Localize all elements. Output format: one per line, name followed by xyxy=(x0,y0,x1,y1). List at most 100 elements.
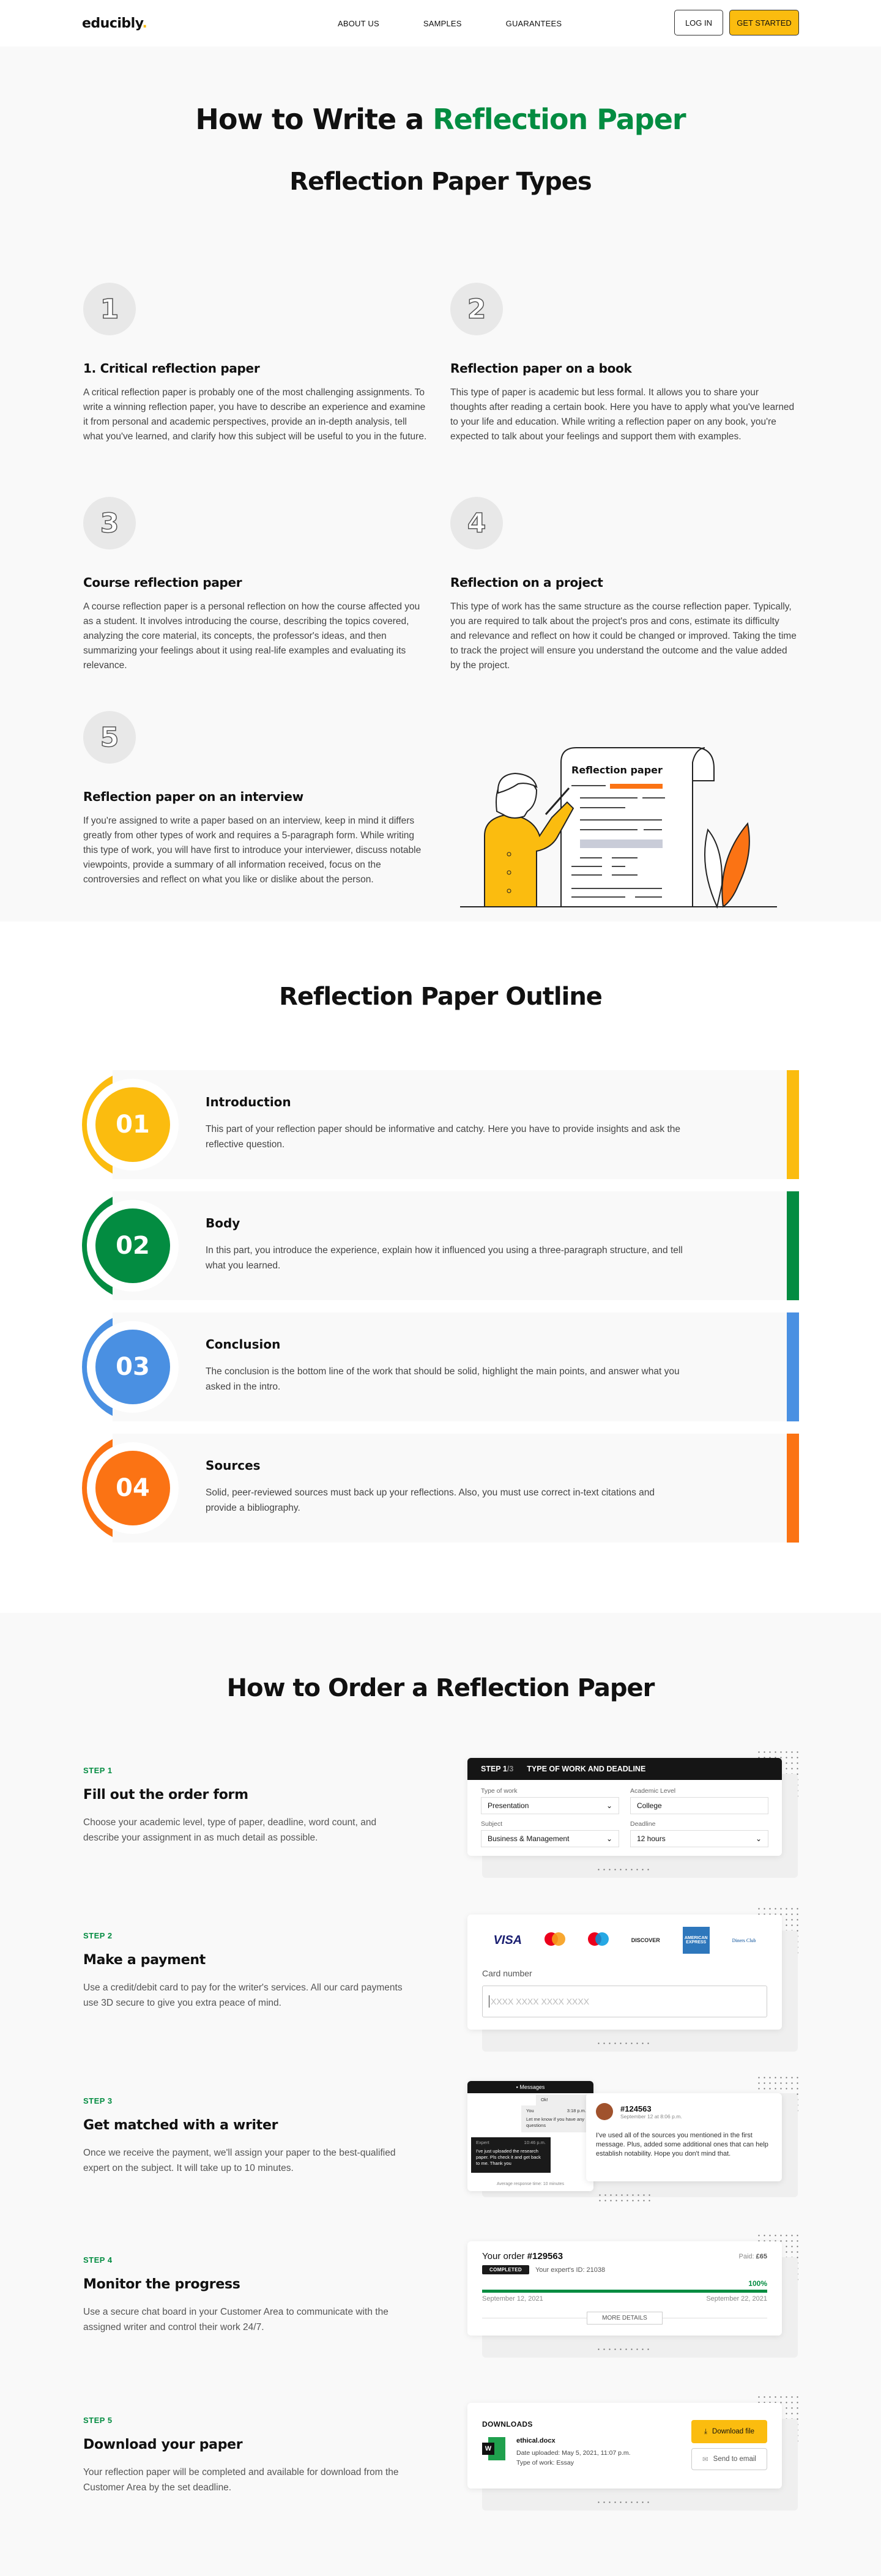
type-text: This type of paper is academic but less … xyxy=(450,387,795,442)
avatar xyxy=(596,2103,613,2120)
step-label: STEP 2 xyxy=(83,1931,113,1940)
step-label: STEP 4 xyxy=(83,2255,113,2265)
amex-icon: AMERICAN EXPRESS xyxy=(682,1927,710,1954)
type-text: If you're assigned to write a paper base… xyxy=(83,816,422,885)
nav-samples[interactable]: SAMPLES xyxy=(423,19,462,28)
order-section: How to Order a Reflection Paper STEP 1 F… xyxy=(0,1613,881,2576)
outline-item-title: Conclusion xyxy=(206,1337,281,1352)
outline-item: 04 Sources Solid, peer-reviewed sources … xyxy=(82,1434,799,1543)
type-text: A course reflection paper is a personal … xyxy=(83,601,420,671)
outline-section: Reflection Paper Outline 01 Introduction… xyxy=(0,921,881,1613)
review-card: #124563 September 12 at 8:06 p.m. I've us… xyxy=(586,2093,782,2181)
type-text: A critical reflection paper is probably … xyxy=(83,387,427,442)
number-badge: 2 xyxy=(450,283,503,335)
type-title: Course reflection paper xyxy=(83,575,242,590)
step-text: Choose your academic level, type of pape… xyxy=(83,1817,377,1843)
step-text: Use a secure chat board in your Customer… xyxy=(83,2307,388,2332)
step-text: Once we receive the payment, we'll assig… xyxy=(83,2148,396,2173)
field-label: Academic Level xyxy=(630,1787,676,1795)
card-number-label: Card number xyxy=(482,1968,532,1978)
send-to-email-button[interactable]: ✉ Send to email xyxy=(691,2448,767,2470)
type-card: 3 Course reflection paper A course refle… xyxy=(83,497,429,673)
diners-club-icon: Diners Club xyxy=(732,1937,756,1943)
status-badge: COMPLETED xyxy=(482,2265,529,2274)
order-title: How to Order a Reflection Paper xyxy=(226,1674,655,1702)
order-step: STEP 2 Make a payment Use a credit/debit… xyxy=(83,1931,414,2011)
field-label: Type of work xyxy=(481,1787,518,1795)
types-section: How to Write a Reflection Paper Reflecti… xyxy=(0,47,881,921)
academic-level-field[interactable]: College xyxy=(630,1797,768,1814)
reflection-paper-illustration: Reflection paper xyxy=(460,747,777,909)
payment-mockup: VISA DISCOVER AMERICAN EXPRESS Diners Cl… xyxy=(467,1906,799,2052)
field-label: Subject xyxy=(481,1820,503,1828)
field-label: Deadline xyxy=(630,1820,656,1828)
outline-item-title: Introduction xyxy=(206,1095,291,1109)
outline-number: 03 xyxy=(95,1330,170,1404)
downloads-title: DOWNLOADS xyxy=(482,2420,533,2429)
get-started-button[interactable]: GET STARTED xyxy=(729,10,799,35)
number-badge: 1 xyxy=(83,283,136,335)
type-of-work-select[interactable]: Presentation ⌄ xyxy=(481,1797,619,1814)
outline-item-text: Solid, peer-reviewed sources must back u… xyxy=(206,1487,655,1513)
step-title: Make a payment xyxy=(83,1952,206,1968)
type-title: Reflection on a project xyxy=(450,575,603,590)
number-badge: 5 xyxy=(83,711,136,764)
progress-percent: 100% xyxy=(748,2279,767,2288)
step-title: Monitor the progress xyxy=(83,2277,240,2292)
outline-number: 02 xyxy=(95,1208,170,1283)
step-title: Download your paper xyxy=(83,2437,243,2452)
form-header: STEP 1/3 TYPE OF WORK AND DEADLINE xyxy=(467,1758,782,1780)
mail-icon: ✉ xyxy=(702,2456,708,2463)
progress-mockup: Your order #129563 Paid: £65 COMPLETED You… xyxy=(467,2233,799,2358)
more-details-button[interactable]: MORE DETAILS xyxy=(587,2311,663,2325)
number-badge: 3 xyxy=(83,497,136,549)
card-number-input[interactable]: XXXX XXXX XXXX XXXX xyxy=(482,1986,767,2017)
outline-item-title: Body xyxy=(206,1216,240,1230)
outline-item-text: In this part, you introduce the experien… xyxy=(206,1245,683,1271)
login-button[interactable]: LOG IN xyxy=(674,10,723,35)
file-name: ethical.docx xyxy=(516,2437,556,2444)
step-text: Your reflection paper will be completed … xyxy=(83,2467,399,2493)
type-card: 2 Reflection paper on a book This type o… xyxy=(450,283,797,444)
type-text: This type of work has the same structure… xyxy=(450,601,797,671)
maestro-icon xyxy=(587,1932,609,1948)
site-header: educibly. ABOUT US SAMPLES GUARANTEES LO… xyxy=(0,0,881,47)
subject-select[interactable]: Business & Management ⌄ xyxy=(481,1830,619,1847)
word-file-icon: W xyxy=(482,2437,505,2460)
outline-item-text: This part of your reflection paper shoul… xyxy=(206,1124,681,1150)
logo[interactable]: educibly. xyxy=(82,16,147,31)
type-title: Reflection paper on a book xyxy=(450,361,632,376)
order-step: STEP 1 Fill out the order form Choose yo… xyxy=(83,1766,414,1845)
chevron-down-icon: ⌄ xyxy=(606,1834,612,1843)
outline-number: 01 xyxy=(95,1087,170,1162)
outline-item: 02 Body In this part, you introduce the … xyxy=(82,1191,799,1300)
main-nav: ABOUT US SAMPLES GUARANTEES xyxy=(338,0,606,47)
step-title: Get matched with a writer xyxy=(83,2118,278,2133)
outline-item-text: The conclusion is the bottom line of the… xyxy=(206,1366,680,1392)
number-badge: 4 xyxy=(450,497,503,549)
download-mockup: DOWNLOADS W ethical.docx Date uploaded: … xyxy=(467,2394,799,2511)
messages-panel: ▪ Messages Ok! You 3:18 p.m. Let me know i… xyxy=(467,2081,593,2191)
outline-item: 01 Introduction This part of your reflec… xyxy=(82,1070,799,1179)
nav-about-us[interactable]: ABOUT US xyxy=(338,19,379,28)
download-file-button[interactable]: ⤓ Download file xyxy=(691,2420,767,2443)
deadline-select[interactable]: 12 hours ⌄ xyxy=(630,1830,768,1847)
type-title: 1. Critical reflection paper xyxy=(83,361,260,376)
order-step: STEP 4 Monitor the progress Use a secure… xyxy=(83,2255,414,2335)
illustration-paper-title: Reflection paper xyxy=(571,764,663,776)
page-title: How to Write a Reflection Paper xyxy=(195,103,686,136)
type-card: 1 1. Critical reflection paper A critica… xyxy=(83,283,429,444)
step-title: Fill out the order form xyxy=(83,1787,248,1803)
discover-icon: DISCOVER xyxy=(631,1937,660,1943)
nav-guarantees[interactable]: GUARANTEES xyxy=(506,19,562,28)
chevron-down-icon: ⌄ xyxy=(606,1801,612,1810)
order-step: STEP 5 Download your paper Your reflecti… xyxy=(83,2416,414,2495)
type-title: Reflection paper on an interview xyxy=(83,789,303,804)
outline-item-title: Sources xyxy=(206,1458,261,1473)
step-label: STEP 3 xyxy=(83,2096,113,2105)
outline-title: Reflection Paper Outline xyxy=(279,983,603,1011)
download-icon: ⤓ xyxy=(704,2427,708,2435)
mastercard-icon xyxy=(545,1932,566,1948)
chevron-down-icon: ⌄ xyxy=(755,1834,762,1843)
type-card: 5 Reflection paper on an interview If yo… xyxy=(83,711,429,887)
